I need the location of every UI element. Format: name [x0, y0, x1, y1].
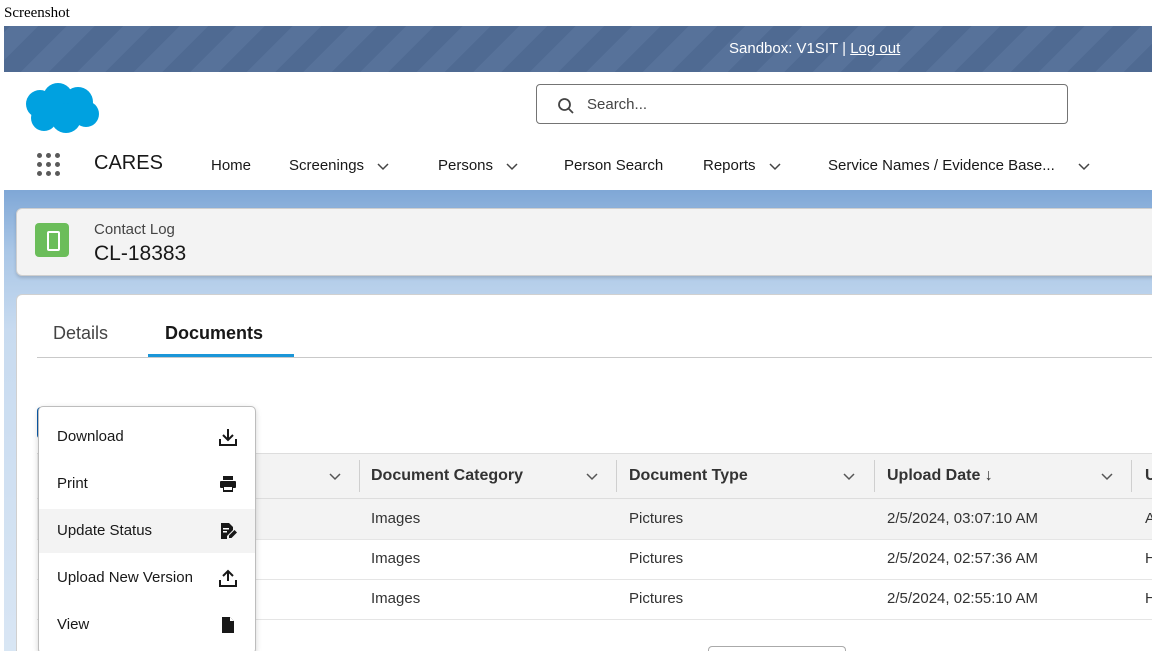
cell-upload-date: 2/5/2024, 02:55:10 AM: [887, 590, 1038, 607]
sandbox-banner: Sandbox: V1SIT | Log out: [4, 26, 1152, 72]
sandbox-banner-text: Sandbox: V1SIT | Log out: [729, 40, 900, 57]
cell-truncated: A: [1145, 510, 1152, 527]
column-divider[interactable]: [1131, 460, 1132, 492]
menu-item-label: Update Status: [57, 522, 153, 539]
app-launcher-icon[interactable]: [34, 150, 64, 180]
nav-item-label: Persons: [438, 157, 494, 174]
print-icon: [220, 476, 236, 492]
record-name: CL-18383: [94, 242, 187, 265]
chevron-down-icon[interactable]: [1100, 469, 1114, 483]
menu-item-view[interactable]: View: [39, 603, 255, 647]
global-search[interactable]: Search...: [536, 84, 1068, 124]
edit-document-icon: [221, 523, 237, 539]
search-placeholder: Search...: [587, 96, 648, 113]
menu-item-label: Upload New Version: [57, 569, 193, 586]
nav-item-label: Home: [211, 157, 252, 174]
menu-item-label: Print: [57, 475, 88, 492]
cell-truncated: H: [1145, 590, 1152, 607]
nav-item-label: Service Names / Evidence Base...: [828, 157, 1055, 174]
nav-item-home[interactable]: Home: [211, 157, 251, 174]
global-header: Search... CARES Home Screenings Persons …: [4, 72, 1152, 191]
load-more-button[interactable]: [708, 646, 846, 651]
nav-item-label: Person Search: [564, 157, 664, 174]
cell-document-category: Images: [371, 550, 421, 567]
app-name: CARES: [94, 152, 163, 174]
row-actions-menu: Download Print Update Status Upload New …: [38, 406, 256, 651]
nav-item-label: Screenings: [289, 157, 365, 174]
tab-bar: Details Documents: [37, 295, 1152, 358]
chevron-down-icon[interactable]: [1077, 159, 1091, 173]
chevron-down-icon[interactable]: [376, 159, 390, 173]
chevron-down-icon[interactable]: [585, 469, 599, 483]
cell-document-category: Images: [371, 590, 421, 607]
screenshot-caption: Screenshot: [4, 5, 70, 21]
cell-document-type: Pictures: [629, 510, 684, 527]
logout-link[interactable]: Log out: [850, 40, 900, 57]
nav-item-reports[interactable]: Reports: [703, 157, 782, 174]
column-header-document-category[interactable]: Document Category: [371, 454, 523, 498]
nav-item-persons[interactable]: Persons: [438, 157, 519, 174]
column-divider[interactable]: [359, 460, 360, 492]
chevron-down-icon[interactable]: [505, 159, 519, 173]
nav-item-label: Reports: [703, 157, 756, 174]
menu-item-print[interactable]: Print: [39, 462, 255, 506]
sandbox-label: Sandbox: V1SIT |: [729, 40, 847, 57]
tab-documents[interactable]: Documents: [165, 323, 263, 344]
salesforce-cloud-logo[interactable]: [22, 80, 102, 136]
navigation-bar: CARES Home Screenings Persons Person Sea…: [4, 144, 1152, 191]
search-icon: [558, 98, 574, 114]
chevron-down-icon[interactable]: [328, 469, 342, 483]
chevron-down-icon[interactable]: [842, 469, 856, 483]
column-header-truncated[interactable]: U: [1145, 454, 1152, 498]
column-header-document-type[interactable]: Document Type: [629, 454, 748, 498]
menu-item-update-status[interactable]: Update Status: [39, 509, 255, 553]
nav-item-screenings[interactable]: Screenings: [289, 157, 390, 174]
record-highlights: Contact Log CL-18383: [16, 208, 1152, 276]
cell-truncated: H: [1145, 550, 1152, 567]
column-divider[interactable]: [616, 460, 617, 492]
download-icon: [219, 429, 237, 446]
cell-document-category: Images: [371, 510, 421, 527]
nav-item-service-names[interactable]: Service Names / Evidence Base...: [828, 157, 1091, 174]
app-window: Sandbox: V1SIT | Log out Search... CARES…: [4, 26, 1152, 651]
cell-document-type: Pictures: [629, 550, 684, 567]
tab-details[interactable]: Details: [53, 323, 108, 344]
nav-item-person-search[interactable]: Person Search: [564, 157, 663, 174]
object-label: Contact Log: [94, 221, 175, 238]
menu-item-upload-new-version[interactable]: Upload New Version: [39, 556, 255, 600]
cell-upload-date: 2/5/2024, 02:57:36 AM: [887, 550, 1038, 567]
contact-log-icon: [35, 223, 69, 257]
active-tab-indicator: [148, 354, 294, 357]
menu-item-label: Download: [57, 428, 124, 445]
column-divider[interactable]: [874, 460, 875, 492]
menu-item-label: View: [57, 616, 90, 633]
chevron-down-icon[interactable]: [768, 159, 782, 173]
cell-document-type: Pictures: [629, 590, 684, 607]
upload-icon: [219, 569, 237, 587]
file-icon: [222, 617, 234, 633]
column-header-upload-date[interactable]: Upload Date ↓: [887, 454, 993, 498]
cell-upload-date: 2/5/2024, 03:07:10 AM: [887, 510, 1038, 527]
menu-item-download[interactable]: Download: [39, 415, 255, 459]
